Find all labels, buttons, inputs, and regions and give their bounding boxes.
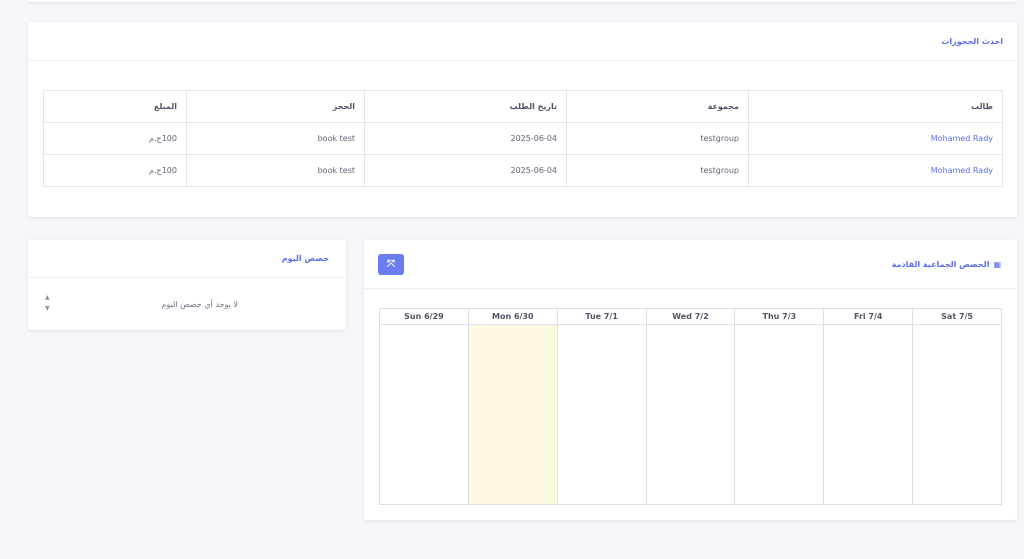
latest-bookings-header: احدث الحجوزات [28, 22, 1017, 61]
day-header: Sat 7/5 [913, 309, 1002, 325]
upcoming-sessions-title: الحصص الجماعية القادمة [891, 259, 990, 269]
today-sessions-title: حصص اليوم [281, 254, 329, 263]
amount-cell: 100ج.م [43, 154, 187, 187]
table-row: Mohamed Rady testgroup 2025-06-04 book t… [43, 122, 1003, 155]
day-column-mon: Mon 6/30 [467, 309, 557, 504]
caret-up-icon[interactable]: ▲ [45, 294, 50, 301]
day-column-tue: Tue 7/1 [556, 309, 646, 504]
day-column-sat: Sat 7/5 [912, 309, 1002, 504]
day-header: Mon 6/30 [468, 309, 557, 325]
upcoming-sessions-title-wrap: الحصص الجماعية القادمة ▦ [892, 260, 1001, 269]
today-sessions-body: ▲ ▼ لا يوجد أي حصص اليوم [28, 278, 346, 330]
sort-toggle[interactable]: ▲ ▼ [45, 294, 50, 312]
day-header: Wed 7/2 [646, 309, 735, 325]
today-sessions-header: حصص اليوم [28, 240, 346, 278]
day-header: Fri 7/4 [824, 309, 913, 325]
student-link[interactable]: Mohamed Rady [748, 154, 1003, 187]
caret-down-icon[interactable]: ▼ [45, 305, 50, 312]
table-row: Mohamed Rady testgroup 2025-06-04 book t… [43, 154, 1003, 187]
day-header: Thu 7/3 [735, 309, 824, 325]
day-header: Sun 6/29 [380, 309, 468, 325]
column-header-booking[interactable]: الحجز [186, 90, 365, 123]
day-column-thu: Thu 7/3 [734, 309, 824, 504]
day-slot[interactable] [735, 325, 823, 504]
date-cell: 2025-06-04 [364, 154, 567, 187]
booking-cell: book test [186, 154, 365, 187]
date-cell: 2025-06-04 [364, 122, 567, 155]
column-header-student[interactable]: طالب [748, 90, 1003, 123]
no-sessions-message: لا يوجد أي حصص اليوم [161, 299, 238, 309]
day-slot-today[interactable] [468, 325, 557, 504]
student-link[interactable]: Mohamed Rady [748, 122, 1003, 155]
calendar-icon: ▦ [993, 259, 1001, 269]
day-slot[interactable] [913, 325, 1001, 504]
week-calendar: Sun 6/29 Mon 6/30 Tue 7/1 Wed 7/2 Thu 7/… [379, 308, 1002, 505]
group-cell: testgroup [566, 122, 749, 155]
day-column-fri: Fri 7/4 [823, 309, 913, 504]
bookings-table: طالب مجموعة تاريخ الطلب الحجز المبلغ Moh… [43, 90, 1003, 187]
top-card-edge [28, 0, 1017, 2]
day-header: Tue 7/1 [557, 309, 646, 325]
group-cell: testgroup [566, 154, 749, 187]
expand-icon: ⤧ [387, 259, 395, 270]
day-slot[interactable] [824, 325, 912, 504]
table-header-row: طالب مجموعة تاريخ الطلب الحجز المبلغ [43, 90, 1003, 123]
latest-bookings-title: احدث الحجوزات [941, 36, 1003, 46]
amount-cell: 100ج.م [43, 122, 187, 155]
fullscreen-button[interactable]: ⤧ [378, 254, 404, 275]
day-slot[interactable] [558, 325, 646, 504]
upcoming-sessions-header: الحصص الجماعية القادمة ▦ [364, 240, 1017, 289]
today-sessions-card: حصص اليوم ▲ ▼ لا يوجد أي حصص اليوم [28, 240, 346, 330]
upcoming-group-sessions-card: الحصص الجماعية القادمة ▦ ⤧ Sun 6/29 Mon … [364, 240, 1017, 520]
column-header-amount[interactable]: المبلغ [43, 90, 187, 123]
latest-bookings-card: احدث الحجوزات طالب مجموعة تاريخ الطلب ال… [28, 22, 1017, 217]
day-slot[interactable] [380, 325, 468, 504]
column-header-request-date[interactable]: تاريخ الطلب [364, 90, 567, 123]
column-header-group[interactable]: مجموعة [566, 90, 749, 123]
day-column-sun: Sun 6/29 [380, 309, 468, 504]
day-slot[interactable] [647, 325, 735, 504]
booking-cell: book test [186, 122, 365, 155]
day-column-wed: Wed 7/2 [645, 309, 735, 504]
